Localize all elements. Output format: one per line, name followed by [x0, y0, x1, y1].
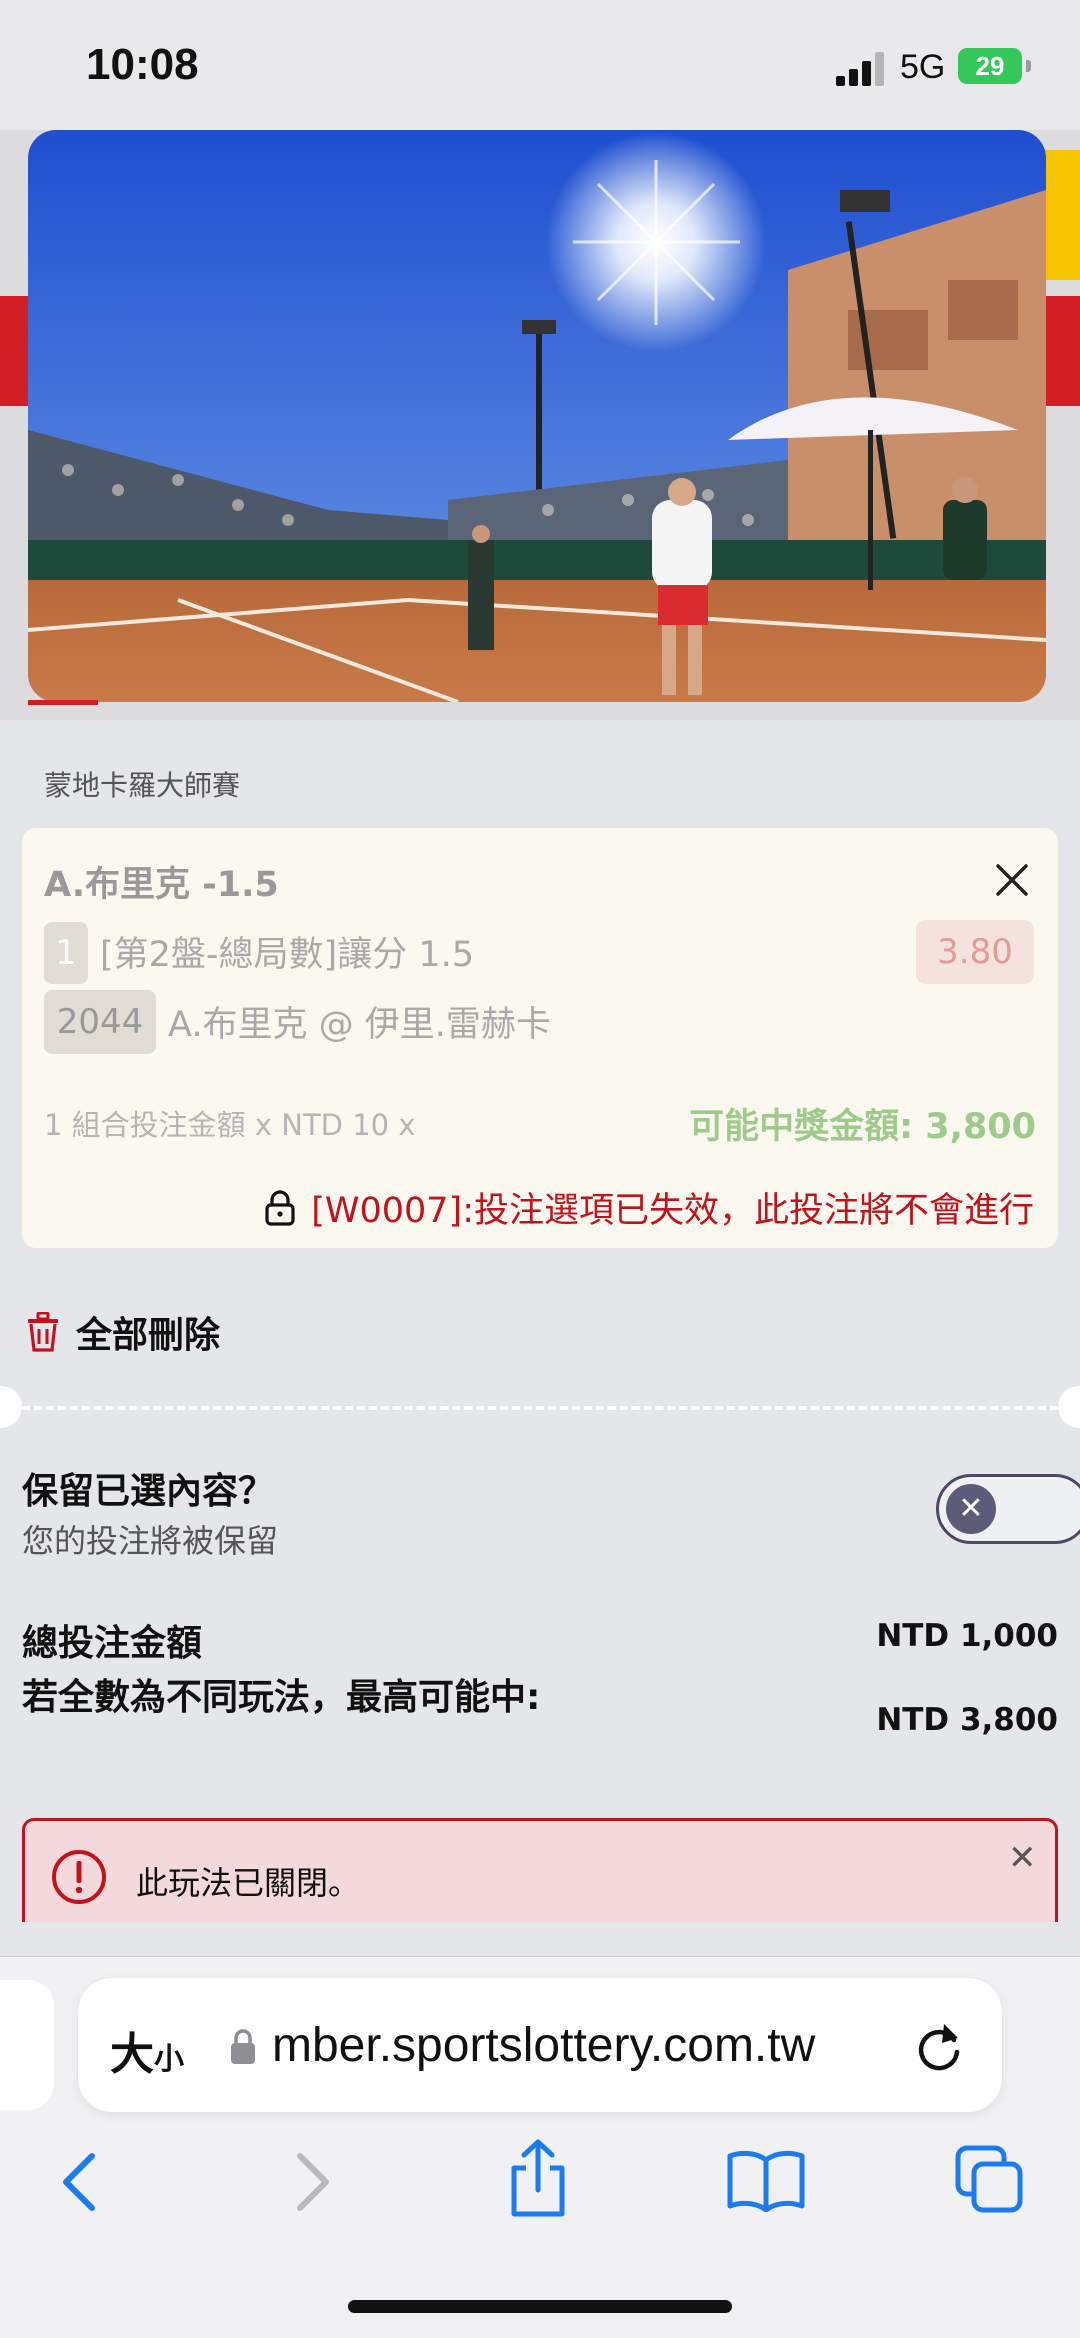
active-tab-indicator [28, 700, 98, 705]
home-indicator [348, 2300, 732, 2313]
reload-icon[interactable] [910, 2018, 968, 2076]
battery-icon: 29 [958, 48, 1022, 84]
keep-selection-title: 保留已選內容？ [22, 1471, 275, 1512]
selection-name: A.布里克 -1.5 [44, 865, 279, 905]
live-video-player[interactable] [28, 130, 1046, 702]
clock: 10:08 [86, 40, 199, 89]
alert-close-icon[interactable]: ✕ [1008, 1838, 1037, 1878]
bookmarks-icon[interactable] [726, 2148, 806, 2212]
league-name: 蒙地卡羅大師賽 [44, 769, 241, 802]
max-win-label: 若全數為不同玩法，最高可能中: [22, 1677, 541, 1718]
text-size-large: 大 [110, 2030, 154, 2079]
total-stake-value: NTD 1,000 [876, 1618, 1058, 1654]
keep-selection-subtitle: 您的投注將被保留 [22, 1522, 279, 1560]
forward-arrow-icon[interactable] [292, 2150, 334, 2214]
lock-icon [265, 1189, 295, 1226]
back-arrow-icon[interactable] [58, 2150, 100, 2214]
tennis-court-video-frame [28, 130, 1046, 702]
warning-text: [W0007]:投注選項已失效，此投注將不會進行 [311, 1191, 1034, 1231]
tabs-icon[interactable] [954, 2144, 1026, 2216]
network-type: 5G [900, 48, 946, 86]
ticket-notch-right [1058, 1386, 1080, 1428]
previous-tab-preview[interactable] [0, 1980, 54, 2110]
event-code-badge: 2044 [44, 990, 156, 1054]
trash-icon[interactable] [26, 1312, 60, 1352]
max-win-value: NTD 3,800 [876, 1702, 1058, 1738]
total-stake-label: 總投注金額 [22, 1623, 203, 1664]
signal-icon [836, 52, 884, 86]
odds-value: 3.80 [916, 920, 1034, 984]
combo-stake-label: 1 組合投注金額 x NTD 10 x [44, 1108, 416, 1142]
url-text[interactable]: mber.sportslottery.com.tw [272, 2018, 892, 2073]
exclamation-circle-icon [52, 1850, 106, 1904]
share-icon[interactable] [506, 2138, 570, 2220]
delete-all-button[interactable]: 全部刪除 [76, 1306, 220, 1358]
text-size-button[interactable]: 大小 [110, 2018, 184, 2082]
toggle-off-icon: ✕ [946, 1484, 996, 1534]
ticket-notch-left [0, 1386, 22, 1428]
text-size-small: 小 [154, 2043, 184, 2076]
match-name: A.布里克 @ 伊里.雷赫卡 [168, 1005, 551, 1045]
alert-message: 此玩法已關閉。 [136, 1864, 361, 1902]
market-label: [第2盤-總局數]讓分 1.5 [100, 935, 474, 975]
secure-lock-icon [231, 2029, 255, 2064]
possible-winning: 可能中獎金額: 3,800 [689, 1107, 1036, 1147]
close-icon[interactable] [992, 860, 1032, 900]
ticket-divider [22, 1406, 1058, 1410]
invalid-selection-warning: [W0007]:投注選項已失效，此投注將不會進行 [263, 1182, 1034, 1233]
battery-tip [1026, 60, 1031, 72]
leg-number-badge: 1 [44, 922, 88, 984]
